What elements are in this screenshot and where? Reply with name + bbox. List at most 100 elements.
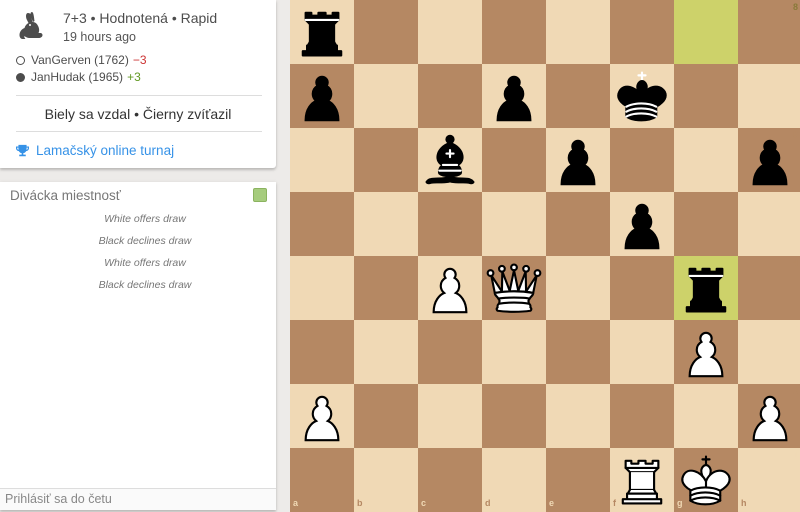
square-f6[interactable] xyxy=(610,128,674,192)
white-pawn-icon[interactable] xyxy=(738,384,800,448)
square-g7[interactable] xyxy=(674,64,738,128)
chat-message: Black declines draw xyxy=(98,235,192,247)
square-c8[interactable] xyxy=(418,0,482,64)
white-player-name[interactable]: VanGerven (1762) xyxy=(31,53,129,67)
white-queen-icon[interactable] xyxy=(482,256,546,320)
square-g2[interactable] xyxy=(674,384,738,448)
square-d1[interactable] xyxy=(482,448,546,512)
square-d3[interactable] xyxy=(482,320,546,384)
tournament-link[interactable]: Lamačský online turnaj xyxy=(16,143,174,158)
rabbit-icon xyxy=(19,12,43,39)
black-pawn-icon[interactable] xyxy=(482,64,546,128)
black-player[interactable]: JanHudak (1965) +3 xyxy=(16,70,141,84)
square-b7[interactable] xyxy=(354,64,418,128)
square-a4[interactable] xyxy=(290,256,354,320)
square-e5[interactable] xyxy=(546,192,610,256)
white-player[interactable]: VanGerven (1762) −3 xyxy=(16,53,147,67)
white-pawn-icon[interactable] xyxy=(290,384,354,448)
spectator-chat: Divácka miestnosť White offers draw Blac… xyxy=(0,182,276,510)
black-bishop-icon[interactable] xyxy=(418,128,482,192)
file-label: a xyxy=(293,498,299,508)
chat-toggle[interactable] xyxy=(253,188,267,202)
square-e2[interactable] xyxy=(546,384,610,448)
rank-label: 7 xyxy=(792,66,798,76)
square-e1[interactable] xyxy=(546,448,610,512)
black-pawn-icon[interactable] xyxy=(738,128,800,192)
black-king-icon[interactable] xyxy=(610,64,674,128)
square-d6[interactable] xyxy=(482,128,546,192)
chat-input[interactable]: Prihlásiť sa do četu xyxy=(0,488,276,510)
square-d8[interactable] xyxy=(482,0,546,64)
square-h7[interactable] xyxy=(738,64,800,128)
rank-label: 8 xyxy=(792,2,798,12)
file-label: c xyxy=(421,498,427,508)
square-d5[interactable] xyxy=(482,192,546,256)
white-rook-icon[interactable] xyxy=(610,448,674,512)
square-g8[interactable] xyxy=(674,0,738,64)
black-rook-icon[interactable] xyxy=(290,0,354,64)
chat-title: Divácka miestnosť xyxy=(10,188,121,203)
chess-board[interactable]: 87654321abcdefgh xyxy=(290,0,800,512)
square-c2[interactable] xyxy=(418,384,482,448)
square-b1[interactable] xyxy=(354,448,418,512)
square-a3[interactable] xyxy=(290,320,354,384)
white-rating-diff: −3 xyxy=(132,53,147,67)
square-f2[interactable] xyxy=(610,384,674,448)
divider xyxy=(16,95,262,96)
game-result: Biely sa vzdal • Čierny zvíťazil xyxy=(44,106,232,122)
square-h5[interactable] xyxy=(738,192,800,256)
white-pawn-icon[interactable] xyxy=(418,256,482,320)
square-e3[interactable] xyxy=(546,320,610,384)
rank-label: 3 xyxy=(792,322,798,332)
square-e4[interactable] xyxy=(546,256,610,320)
black-pawn-icon[interactable] xyxy=(290,64,354,128)
square-h8[interactable] xyxy=(738,0,800,64)
square-h1[interactable] xyxy=(738,448,800,512)
square-c3[interactable] xyxy=(418,320,482,384)
chat-message: White offers draw xyxy=(104,213,186,225)
square-c5[interactable] xyxy=(418,192,482,256)
white-color-icon xyxy=(16,55,25,65)
square-g5[interactable] xyxy=(674,192,738,256)
square-g6[interactable] xyxy=(674,128,738,192)
square-b5[interactable] xyxy=(354,192,418,256)
square-b3[interactable] xyxy=(354,320,418,384)
square-d2[interactable] xyxy=(482,384,546,448)
black-rook-icon[interactable] xyxy=(674,256,738,320)
file-label: d xyxy=(485,498,491,508)
square-h3[interactable] xyxy=(738,320,800,384)
square-b6[interactable] xyxy=(354,128,418,192)
square-f4[interactable] xyxy=(610,256,674,320)
square-b2[interactable] xyxy=(354,384,418,448)
chat-message: Black declines draw xyxy=(98,279,192,291)
square-a5[interactable] xyxy=(290,192,354,256)
white-pawn-icon[interactable] xyxy=(674,320,738,384)
square-b4[interactable] xyxy=(354,256,418,320)
square-h4[interactable] xyxy=(738,256,800,320)
square-c7[interactable] xyxy=(418,64,482,128)
square-e7[interactable] xyxy=(546,64,610,128)
file-label: b xyxy=(357,498,363,508)
black-rating-diff: +3 xyxy=(127,70,141,84)
file-label: e xyxy=(549,498,555,508)
tournament-name[interactable]: Lamačský online turnaj xyxy=(36,143,174,158)
square-e8[interactable] xyxy=(546,0,610,64)
black-pawn-icon[interactable] xyxy=(546,128,610,192)
rank-label: 1 xyxy=(792,450,798,460)
trophy-icon xyxy=(16,144,29,157)
white-king-icon[interactable] xyxy=(674,448,738,512)
black-color-icon xyxy=(16,72,25,82)
game-summary: 7+3 • Hodnotená • Rapid xyxy=(63,10,218,26)
square-b8[interactable] xyxy=(354,0,418,64)
game-time-ago: 19 hours ago xyxy=(63,30,136,44)
square-c1[interactable] xyxy=(418,448,482,512)
file-label: h xyxy=(741,498,747,508)
square-a6[interactable] xyxy=(290,128,354,192)
square-a1[interactable] xyxy=(290,448,354,512)
square-f8[interactable] xyxy=(610,0,674,64)
square-f3[interactable] xyxy=(610,320,674,384)
black-player-name[interactable]: JanHudak (1965) xyxy=(31,70,123,84)
black-pawn-icon[interactable] xyxy=(610,192,674,256)
divider xyxy=(16,131,262,132)
chat-message: White offers draw xyxy=(104,257,186,269)
